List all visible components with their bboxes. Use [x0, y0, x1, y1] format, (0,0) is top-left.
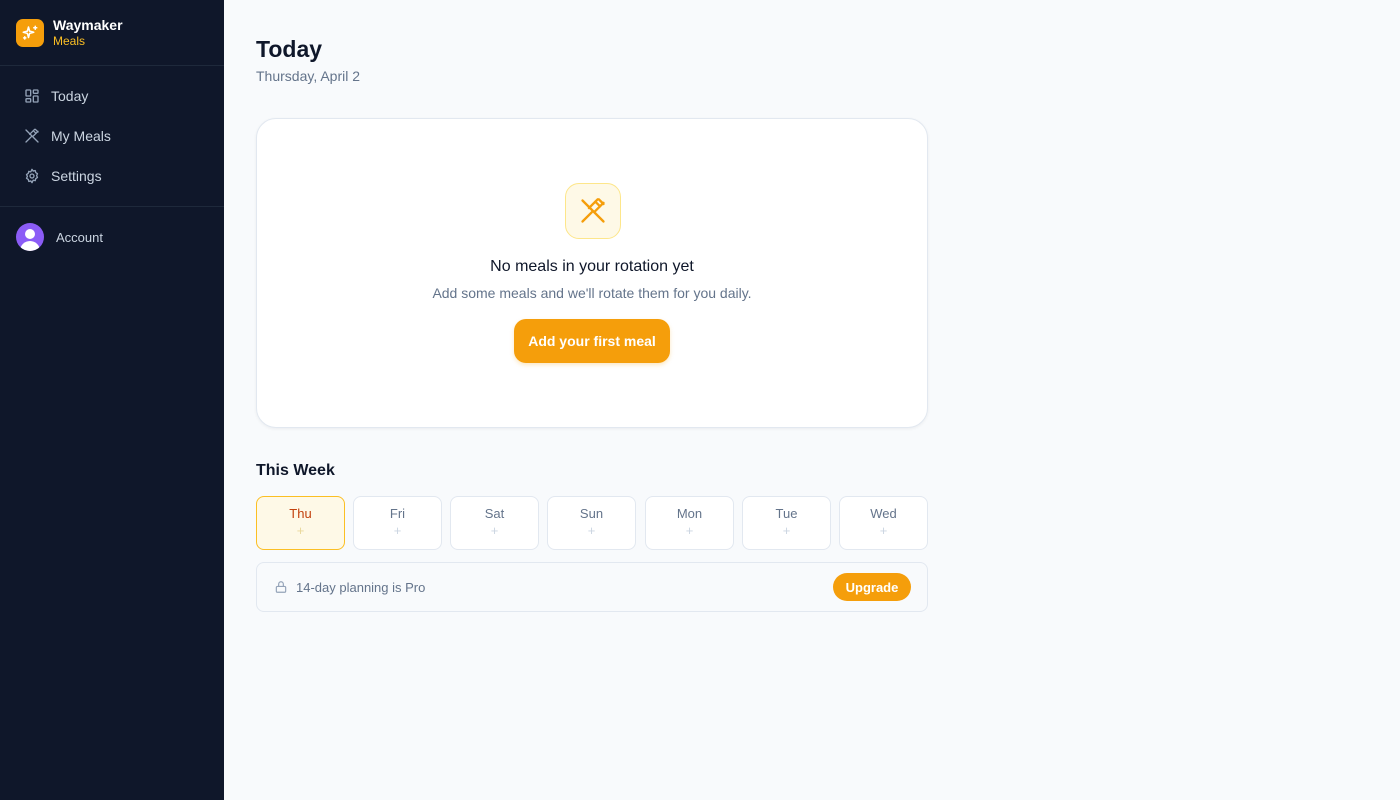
day-name: Wed: [870, 506, 897, 521]
pro-upsell-banner: 14-day planning is Pro Upgrade: [256, 562, 928, 612]
day-card-mon[interactable]: Mon +: [645, 496, 734, 550]
gear-icon: [25, 168, 39, 184]
add-meal-plus-icon: +: [587, 523, 596, 538]
day-card-tue[interactable]: Tue +: [742, 496, 831, 550]
day-name: Sat: [484, 506, 505, 521]
day-name: Thu: [289, 506, 312, 521]
add-meal-plus-icon: +: [782, 523, 791, 538]
empty-state-description: Add some meals and we'll rotate them for…: [432, 285, 752, 301]
sidebar-item-label: Settings: [51, 168, 102, 184]
add-meal-plus-icon: +: [879, 523, 888, 538]
page-title: Today: [256, 36, 323, 62]
brand[interactable]: Waymaker Meals: [0, 0, 224, 66]
avatar: [16, 223, 44, 251]
sidebar-item-label: My Meals: [51, 128, 111, 144]
add-meal-plus-icon: +: [685, 523, 694, 538]
add-meal-plus-icon: +: [393, 523, 402, 538]
day-card-fri[interactable]: Fri +: [353, 496, 442, 550]
utensils-crossed-icon: [565, 183, 621, 239]
dashboard-icon: [25, 89, 39, 103]
add-meal-plus-icon: +: [490, 523, 499, 538]
day-card-thu[interactable]: Thu +: [256, 496, 345, 550]
account-button[interactable]: Account: [0, 207, 224, 251]
sidebar: Waymaker Meals Today My Meals Settings A…: [0, 0, 224, 800]
pro-banner-text: 14-day planning is Pro: [296, 580, 426, 595]
week-strip: Thu + Fri + Sat + Sun + Mon + Tue + Wed …: [256, 496, 928, 550]
utensils-crossed-icon: [25, 128, 39, 143]
brand-subtitle: Meals: [53, 33, 86, 48]
page-date: Thursday, April 2: [256, 68, 361, 84]
week-title: This Week: [256, 462, 335, 479]
sidebar-item-label: Today: [51, 88, 89, 104]
lock-icon: [275, 581, 287, 593]
add-meal-plus-icon: +: [296, 523, 305, 538]
sidebar-item-today[interactable]: Today: [0, 76, 224, 116]
day-name: Mon: [676, 506, 703, 521]
account-label: Account: [56, 229, 103, 245]
brand-name: Waymaker: [53, 16, 123, 33]
upgrade-button[interactable]: Upgrade: [833, 573, 911, 601]
sidebar-nav: Today My Meals Settings: [0, 66, 224, 207]
empty-state-title: No meals in your rotation yet: [490, 258, 694, 275]
add-first-meal-button[interactable]: Add your first meal: [514, 319, 670, 363]
day-name: Fri: [389, 506, 406, 521]
sparkles-icon: [16, 18, 44, 47]
day-card-sun[interactable]: Sun +: [547, 496, 636, 550]
day-name: Tue: [775, 506, 798, 521]
empty-state-card: No meals in your rotation yet Add some m…: [256, 118, 928, 428]
day-card-wed[interactable]: Wed +: [839, 496, 928, 550]
sidebar-item-my-meals[interactable]: My Meals: [0, 116, 224, 156]
sidebar-item-settings[interactable]: Settings: [0, 156, 224, 196]
day-name: Sun: [579, 506, 604, 521]
day-card-sat[interactable]: Sat +: [450, 496, 539, 550]
